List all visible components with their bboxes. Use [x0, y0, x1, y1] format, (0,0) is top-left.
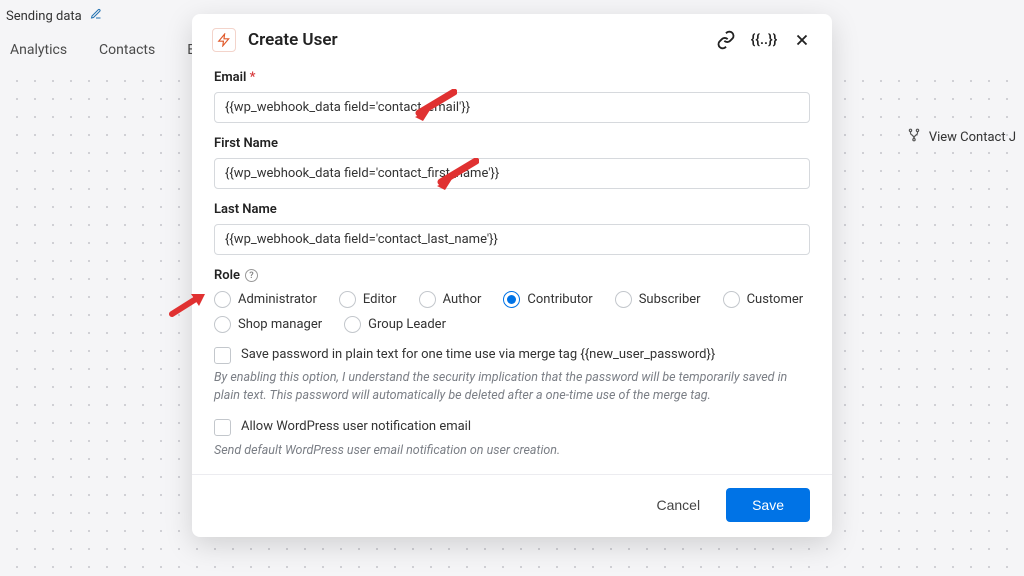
email-label-text: Email	[214, 70, 246, 85]
allow-notify-help: Send default WordPress user email notifi…	[214, 442, 810, 460]
save-button[interactable]: Save	[726, 488, 810, 522]
role-radio-author[interactable]: Author	[419, 291, 482, 308]
radio-icon	[615, 291, 632, 308]
radio-label: Author	[443, 292, 482, 307]
modal-tools: {{..}}	[716, 30, 812, 50]
allow-notify-group: Allow WordPress user notification email …	[214, 418, 810, 459]
radio-icon	[723, 291, 740, 308]
save-password-checkbox[interactable]	[214, 347, 231, 364]
last-name-label: Last Name	[214, 202, 810, 217]
role-radio-contributor[interactable]: Contributor	[503, 291, 592, 308]
role-radio-customer[interactable]: Customer	[723, 291, 804, 308]
role-radio-group: Administrator Editor Author Contributor Subs…	[214, 291, 810, 333]
allow-notify-checkbox[interactable]	[214, 419, 231, 436]
radio-label: Shop manager	[238, 317, 322, 332]
merge-tags-icon[interactable]: {{..}}	[754, 30, 774, 50]
radio-label: Editor	[363, 292, 397, 307]
first-name-label: First Name	[214, 136, 810, 151]
link-icon[interactable]	[716, 30, 736, 50]
cancel-button[interactable]: Cancel	[646, 489, 710, 521]
radio-icon	[339, 291, 356, 308]
role-radio-editor[interactable]: Editor	[339, 291, 397, 308]
save-password-label: Save password in plain text for one time…	[241, 346, 715, 364]
radio-label: Contributor	[527, 292, 592, 307]
role-label-text: Role	[214, 268, 240, 283]
save-password-group: Save password in plain text for one time…	[214, 346, 810, 405]
required-marker: *	[250, 70, 256, 85]
first-name-input[interactable]	[214, 158, 810, 189]
modal-body: Email * First Name Last Name Role ? Admi…	[192, 62, 832, 474]
radio-icon	[214, 316, 231, 333]
radio-label: Group Leader	[368, 317, 446, 332]
last-name-input[interactable]	[214, 224, 810, 255]
email-input[interactable]	[214, 92, 810, 123]
role-field-group: Role ? Administrator Editor Author Contribu…	[214, 268, 810, 333]
radio-label: Subscriber	[639, 292, 701, 307]
email-label: Email *	[214, 70, 810, 85]
close-icon[interactable]	[792, 30, 812, 50]
radio-label: Administrator	[238, 292, 317, 307]
radio-icon	[344, 316, 361, 333]
modal-footer: Cancel Save	[192, 474, 832, 537]
radio-icon	[214, 291, 231, 308]
role-radio-subscriber[interactable]: Subscriber	[615, 291, 701, 308]
modal-header: Create User {{..}}	[192, 14, 832, 62]
create-user-modal: Create User {{..}} Email * First	[192, 14, 832, 537]
last-name-field-group: Last Name	[214, 202, 810, 255]
allow-notify-label: Allow WordPress user notification email	[241, 418, 471, 436]
role-radio-administrator[interactable]: Administrator	[214, 291, 317, 308]
modal-overlay: Create User {{..}} Email * First	[0, 0, 1024, 576]
zap-icon	[212, 28, 236, 52]
role-radio-shop-manager[interactable]: Shop manager	[214, 316, 322, 333]
modal-title: Create User	[248, 30, 338, 50]
role-radio-group-leader[interactable]: Group Leader	[344, 316, 446, 333]
email-field-group: Email *	[214, 70, 810, 123]
help-icon[interactable]: ?	[245, 269, 258, 282]
role-label: Role ?	[214, 268, 810, 283]
radio-label: Customer	[747, 292, 804, 307]
save-password-help: By enabling this option, I understand th…	[214, 369, 810, 405]
radio-icon	[419, 291, 436, 308]
radio-icon	[503, 291, 520, 308]
first-name-field-group: First Name	[214, 136, 810, 189]
